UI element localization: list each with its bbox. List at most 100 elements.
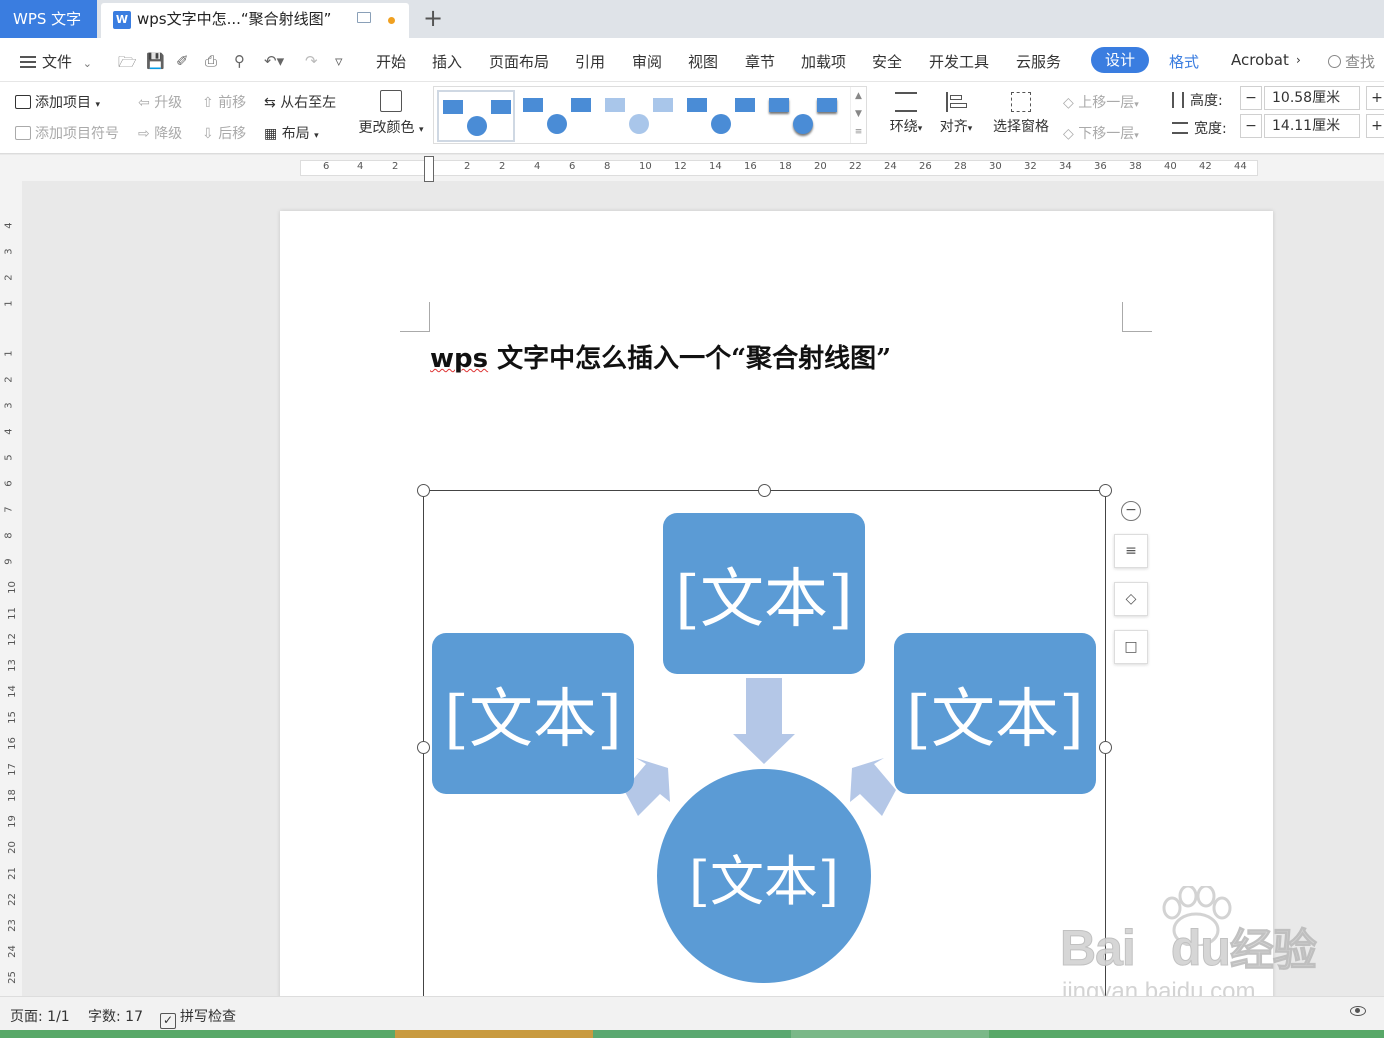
style-thumb-5[interactable] (765, 90, 843, 142)
word-count[interactable]: 字数: 17 (88, 1006, 143, 1026)
width-decrease-button[interactable]: − (1240, 114, 1262, 138)
resize-handle-ne[interactable] (1099, 484, 1112, 497)
menu-start[interactable]: 开始 (376, 51, 406, 72)
file-menu[interactable]: 文件 ⌄ (20, 51, 92, 72)
outline-style-icon[interactable]: □ (1114, 630, 1148, 664)
page-count[interactable]: 页面: 1/1 (10, 1006, 70, 1026)
new-tab-plus-icon[interactable]: + (423, 4, 443, 32)
undo-icon[interactable]: ↶▾ (264, 52, 284, 70)
quick-access-dropdown-icon[interactable]: ▿ (335, 52, 343, 70)
width-input[interactable]: 14.11厘米 (1264, 114, 1360, 138)
style-thumb-2[interactable] (519, 90, 597, 142)
print-preview-icon[interactable]: ⚲ (234, 52, 245, 70)
search-box[interactable]: 查找 (1328, 51, 1375, 72)
move-up-arrow-icon: ⇧ (202, 95, 219, 111)
resize-handle-nw[interactable] (417, 484, 430, 497)
redo-icon[interactable]: ↷ (305, 52, 318, 70)
layout-icon: ▦ (264, 126, 282, 142)
change-color-icon (380, 90, 402, 112)
eye-protection-icon[interactable] (1350, 1004, 1366, 1020)
ruler-tick-label: 8 (3, 532, 15, 539)
menu-chapter[interactable]: 章节 (745, 51, 775, 72)
smartart-node-top[interactable]: [文本] (663, 513, 865, 674)
format-painter-icon[interactable]: ✐ (176, 52, 189, 70)
gallery-up-icon[interactable]: ▲ (851, 87, 866, 105)
menu-design[interactable]: 设计 (1091, 47, 1149, 73)
fill-style-icon[interactable]: ◇ (1114, 582, 1148, 616)
ruler-tick-label: 20 (814, 161, 827, 172)
menu-view[interactable]: 视图 (688, 51, 718, 72)
menu-references[interactable]: 引用 (575, 51, 605, 72)
ruler-tick-label: 42 (1199, 161, 1212, 172)
gallery-scroll[interactable]: ▲ ▼ ≡ (850, 87, 866, 143)
smartart-node-right[interactable]: [文本] (894, 633, 1096, 794)
right-to-left-button[interactable]: ⇆ 从右至左 (264, 92, 336, 112)
height-increase-button[interactable]: + (1366, 86, 1384, 110)
collapse-panel-icon[interactable]: − (1121, 501, 1141, 521)
resize-handle-n[interactable] (758, 484, 771, 497)
title-tab-bar: WPS 文字 W wps文字中怎...“聚合射线图” + (0, 0, 1384, 38)
spell-check-button[interactable]: ✓ 拼写检查 (160, 1006, 236, 1029)
resize-handle-e[interactable] (1099, 741, 1112, 754)
resize-handle-w[interactable] (417, 741, 430, 754)
ruler-tick-label: 21 (6, 867, 18, 880)
chevron-right-icon[interactable]: › (1296, 53, 1301, 67)
align-button[interactable]: 对齐▾ (936, 92, 976, 136)
vertical-ruler[interactable]: 4 3 2 1 1 2 3 4 5 6 7 8 9 10 11 12 13 14 15 16 17 18 19 20 21 22 2… (0, 181, 22, 996)
height-decrease-button[interactable]: − (1240, 86, 1262, 110)
layout-options-icon[interactable]: ≡ (1114, 534, 1148, 568)
menu-review[interactable]: 审阅 (632, 51, 662, 72)
open-icon[interactable]: 🗁 (118, 52, 137, 77)
menu-developer[interactable]: 开发工具 (929, 51, 989, 72)
menu-cloud[interactable]: 云服务 (1016, 51, 1061, 72)
menu-acrobat[interactable]: Acrobat (1231, 51, 1289, 69)
promote-label: 升级 (154, 95, 183, 111)
menu-insert[interactable]: 插入 (432, 51, 462, 72)
document-tab[interactable]: W wps文字中怎...“聚合射线图” (101, 3, 409, 38)
bring-forward-button[interactable]: ◇ 上移一层▾ (1063, 92, 1139, 112)
add-item-icon (15, 95, 31, 109)
smartart-node-center[interactable]: [文本] (657, 769, 871, 983)
ruler-tick-label: 14 (6, 685, 18, 698)
add-bullet-label: 添加项目符号 (35, 126, 119, 142)
promote-button[interactable]: ⇦ 升级 (138, 92, 182, 112)
add-bullet-button[interactable]: 添加项目符号 (15, 123, 119, 143)
style-thumb-1[interactable] (437, 90, 515, 142)
wrap-button[interactable]: 环绕▾ (886, 92, 926, 136)
ruler-tick-label: 34 (1059, 161, 1072, 172)
menu-page-layout[interactable]: 页面布局 (489, 51, 549, 72)
smartart-node-left[interactable]: [文本] (432, 633, 634, 794)
ruler-tick-label: 32 (1024, 161, 1037, 172)
gallery-down-icon[interactable]: ▼ (851, 105, 866, 123)
indent-marker-icon[interactable] (424, 156, 434, 182)
send-backward-icon: ◇ (1063, 126, 1079, 142)
move-up-button[interactable]: ⇧ 前移 (202, 92, 246, 112)
document-title[interactable]: wps 文字中怎么插入一个“聚合射线图” (430, 338, 891, 375)
send-backward-button[interactable]: ◇ 下移一层▾ (1063, 123, 1139, 143)
horizontal-ruler[interactable]: 6 4 2 2 2 4 6 8 10 12 14 16 18 20 22 24 26 28 30 32 34 36 38 40… (0, 155, 1384, 182)
menu-security[interactable]: 安全 (872, 51, 902, 72)
chevron-down-icon: ⌄ (82, 57, 93, 70)
menu-addins[interactable]: 加载项 (801, 51, 846, 72)
wrap-icon (895, 92, 917, 112)
width-increase-button[interactable]: + (1366, 114, 1384, 138)
demote-button[interactable]: ⇨ 降级 (138, 123, 182, 143)
save-icon[interactable]: 💾 (146, 52, 165, 70)
height-input[interactable]: 10.58厘米 (1264, 86, 1360, 110)
ruler-tick-label: 15 (6, 711, 18, 724)
app-tab[interactable]: WPS 文字 (0, 0, 97, 38)
change-color-button[interactable]: 更改颜色 ▾ (356, 90, 426, 137)
margin-corner-mark (1122, 302, 1152, 332)
layout-button[interactable]: ▦ 布局 ▾ (264, 123, 319, 143)
style-thumb-4[interactable] (683, 90, 761, 142)
ruler-tick-label: 16 (744, 161, 757, 172)
menu-format[interactable]: 格式 (1169, 51, 1199, 72)
print-icon[interactable]: ⎙ (205, 52, 217, 70)
status-bar: 页面: 1/1 字数: 17 ✓ 拼写检查 (0, 996, 1384, 1030)
add-item-button[interactable]: 添加项目 ▾ (15, 92, 100, 112)
gallery-more-icon[interactable]: ≡ (851, 123, 866, 141)
monitor-icon[interactable] (357, 12, 371, 23)
style-thumb-3[interactable] (601, 90, 679, 142)
selection-pane-button[interactable]: 选择窗格 (990, 92, 1052, 136)
move-down-button[interactable]: ⇩ 后移 (202, 123, 246, 143)
